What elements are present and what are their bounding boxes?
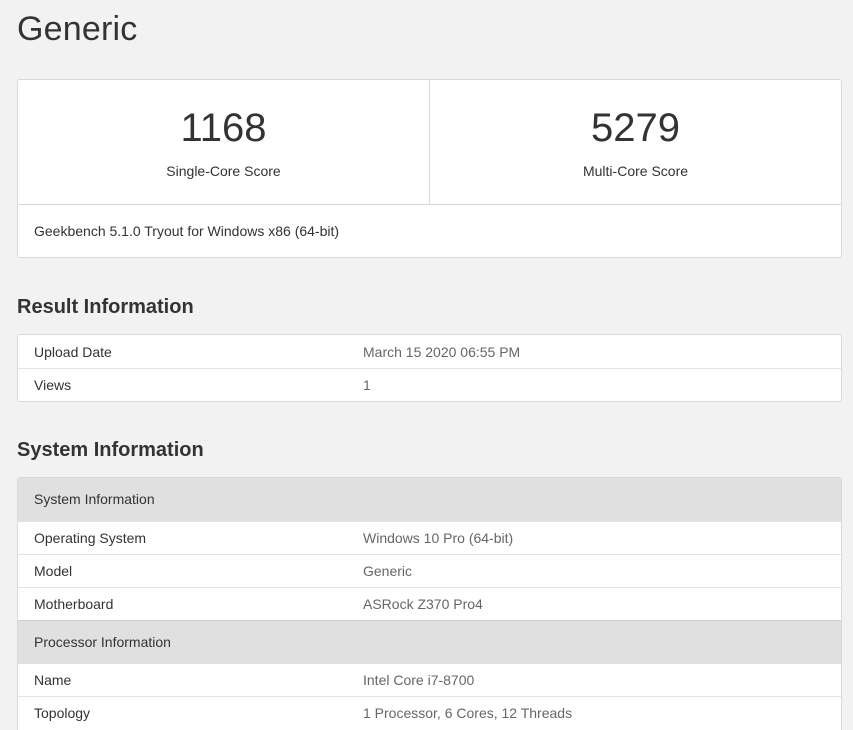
score-row: 1168 Single-Core Score 5279 Multi-Core S…: [18, 80, 841, 205]
row-value: 1: [363, 377, 371, 393]
multi-core-score-value: 5279: [591, 106, 680, 150]
row-name: Name: [34, 672, 72, 688]
table-row: Topology 1 Processor, 6 Cores, 12 Thread…: [18, 696, 841, 729]
result-information-title: Result Information: [17, 296, 194, 318]
score-card: 1168 Single-Core Score 5279 Multi-Core S…: [17, 79, 842, 258]
single-core-score-cell: 1168 Single-Core Score: [18, 80, 429, 204]
group-header-system: System Information: [18, 478, 841, 521]
row-value: Windows 10 Pro (64-bit): [363, 530, 514, 546]
row-name: Model: [34, 563, 73, 579]
table-row: Model Generic: [18, 554, 841, 587]
multi-core-score-cell: 5279 Multi-Core Score: [429, 80, 841, 204]
row-value: ASRock Z370 Pro4: [363, 596, 483, 612]
row-value: March 15 2020 06:55 PM: [363, 343, 521, 360]
page-title: Generic: [17, 10, 138, 48]
table-row: Upload Date March 15 2020 06:55 PM: [18, 335, 841, 368]
multi-core-score-label: Multi-Core Score: [582, 163, 689, 179]
row-name: Views: [34, 377, 72, 393]
row-name: Motherboard: [34, 596, 114, 612]
system-information-title: System Information: [17, 439, 204, 461]
result-information-table: Upload Date March 15 2020 06:55 PM Views…: [17, 334, 842, 402]
row-value: Intel Core i7-8700: [363, 672, 475, 688]
row-value: 1 Processor, 6 Cores, 12 Threads: [363, 705, 573, 721]
table-row: Operating System Windows 10 Pro (64-bit): [18, 521, 841, 554]
table-row: Name Intel Core i7-8700: [18, 663, 841, 696]
single-core-score-value: 1168: [180, 106, 267, 150]
row-value: Generic: [363, 563, 413, 579]
row-name: Topology: [34, 705, 91, 721]
page: Generic 1168 Single-Core Score 5279 Mult…: [0, 0, 853, 730]
row-name: Operating System: [34, 530, 147, 546]
system-information-table: System Information Operating System Wind…: [17, 477, 842, 730]
single-core-score-label: Single-Core Score: [166, 163, 281, 179]
table-row: Views 1: [18, 368, 841, 401]
table-row: Motherboard ASRock Z370 Pro4: [18, 587, 841, 620]
benchmark-version: Geekbench 5.1.0 Tryout for Windows x86 (…: [34, 223, 340, 239]
row-name: Upload Date: [34, 343, 112, 360]
group-header-processor: Processor Information: [18, 620, 841, 663]
